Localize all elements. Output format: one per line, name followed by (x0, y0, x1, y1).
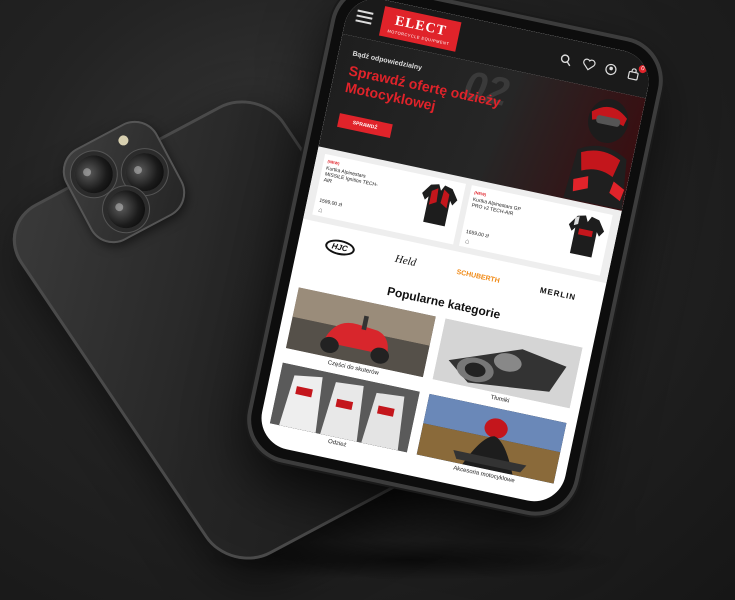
user-icon[interactable] (603, 61, 620, 78)
add-to-cart-icon[interactable]: ⌂ (464, 238, 470, 246)
search-icon[interactable] (558, 52, 575, 69)
camera-flash (116, 133, 131, 148)
camera-lens (68, 148, 120, 200)
rider-image (563, 99, 629, 210)
brand-logo[interactable]: HJC (323, 236, 357, 258)
jacket-image (568, 215, 605, 258)
phone-screen: ELECT MOTORCYCLE EQUIPMENT 0 02 Bądź odp… (255, 0, 655, 508)
brand-logo[interactable]: MERLIN (539, 285, 577, 301)
menu-icon[interactable] (355, 9, 374, 25)
cart-count-badge: 0 (637, 64, 648, 74)
front-phone: ELECT MOTORCYCLE EQUIPMENT 0 02 Bądź odp… (243, 0, 667, 520)
add-to-cart-icon[interactable]: ⌂ (318, 207, 324, 215)
heart-icon[interactable] (580, 56, 597, 73)
jacket-image (422, 184, 458, 227)
hero-cta-button[interactable]: SPRAWDŹ (337, 113, 393, 139)
brand-logo[interactable]: SCHUBERTH (456, 268, 500, 284)
cart-icon[interactable]: 0 (625, 64, 648, 83)
brand-logo[interactable]: Held (394, 253, 417, 269)
